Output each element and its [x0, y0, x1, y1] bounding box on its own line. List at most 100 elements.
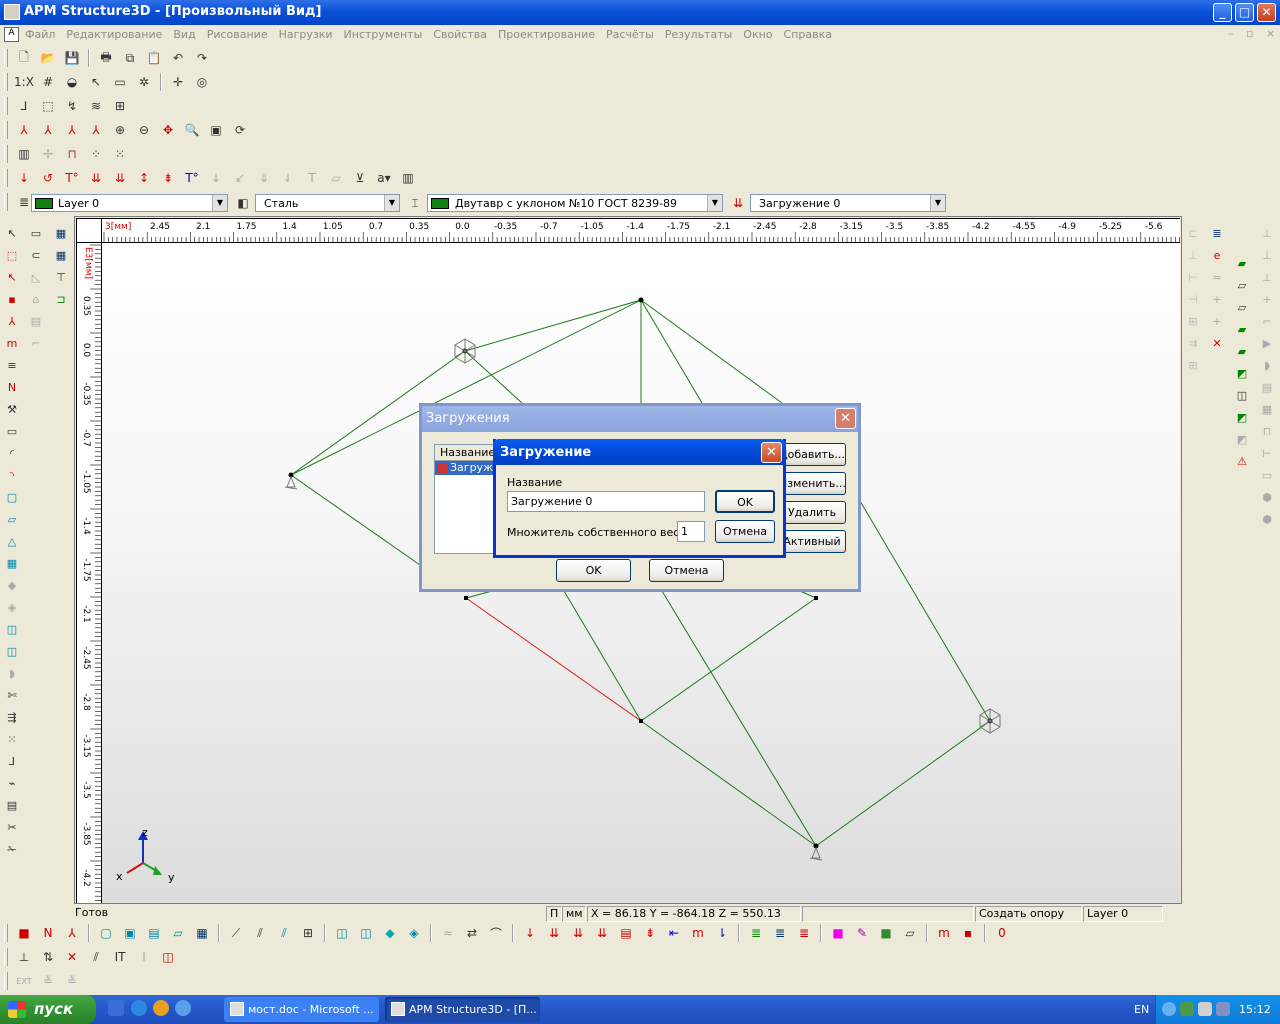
block-mode-icon[interactable]: ▪ [957, 922, 979, 944]
cut-icon[interactable]: ✄ [1, 684, 23, 706]
ext-icon[interactable]: EXT [13, 970, 35, 992]
tray-icon-1[interactable] [1162, 1002, 1176, 1016]
solid-gray2-icon[interactable]: ◈ [1, 596, 23, 618]
support-gray8-icon[interactable]: ▤ [1256, 376, 1278, 398]
cube-green2-icon[interactable]: ◩ [1231, 406, 1253, 428]
load-mode6-icon[interactable]: ⇤ [663, 922, 685, 944]
arch-icon[interactable]: ⌒ [485, 922, 507, 944]
solid-mode2-icon[interactable]: ◫ [355, 922, 377, 944]
solid-mode3-icon[interactable]: ◆ [379, 922, 401, 944]
quicklaunch-ie-icon[interactable] [131, 1000, 147, 1016]
support-icon[interactable]: ⊻ [349, 167, 371, 189]
edit-load-button[interactable]: Изменить... [778, 472, 846, 495]
load-mode1-icon[interactable]: ⇊ [543, 922, 565, 944]
support-gray14-icon[interactable]: ⬢ [1256, 508, 1278, 530]
bar-chart-icon[interactable]: ▥ [397, 167, 419, 189]
node-n-icon[interactable]: N [37, 922, 59, 944]
layer-select[interactable]: Layer 0 ▼ [31, 194, 228, 212]
connect-icon[interactable]: ⁙ [1, 728, 23, 750]
node[interactable] [814, 596, 818, 600]
member[interactable] [815, 720, 991, 847]
document-icon[interactable]: A [4, 27, 19, 42]
table-icon[interactable]: ▤ [1, 794, 23, 816]
box-icon[interactable]: ⬚ [37, 95, 59, 117]
load-gray4-icon[interactable]: ⇃ [277, 167, 299, 189]
member[interactable] [290, 474, 421, 566]
load-gray2-icon[interactable]: ↙ [229, 167, 251, 189]
pipe-icon[interactable]: ⊂ [25, 244, 47, 266]
selected-member[interactable] [465, 597, 642, 722]
load-name-field[interactable]: Загружение 0 [507, 491, 705, 512]
tray-icon-4[interactable] [1216, 1002, 1230, 1016]
angle-gray2-icon[interactable]: ≚ [61, 970, 83, 992]
menu-design[interactable]: Проектирование [498, 28, 595, 41]
support-gray7-icon[interactable]: ◗ [1256, 354, 1278, 376]
load-gray6-icon[interactable]: ▱ [325, 167, 347, 189]
start-button[interactable]: пуск [0, 995, 96, 1024]
task-word[interactable]: мост.doc - Microsoft ... [224, 997, 379, 1022]
box-green3-icon[interactable]: ▰ [1231, 340, 1253, 362]
target-icon[interactable]: ◎ [191, 71, 213, 93]
beam-props-icon[interactable]: ≡ [1, 354, 23, 376]
cube-green-icon[interactable]: ◩ [1231, 362, 1253, 384]
open-icon[interactable]: 📂 [37, 47, 59, 69]
align-icon[interactable]: ⇶ [1, 706, 23, 728]
node-mode-icon[interactable]: ■ [13, 922, 35, 944]
column-icon[interactable]: ▥ [13, 143, 35, 165]
rp-gray5-icon[interactable]: ⊞ [1182, 310, 1204, 332]
layer-delete-icon[interactable]: ✕ [1206, 332, 1228, 354]
scissors2-icon[interactable]: ✁ [1, 838, 23, 860]
node[interactable] [639, 719, 643, 723]
select-arrow-icon[interactable]: ↖ [1, 222, 23, 244]
loading-props-icon[interactable]: ⇊ [727, 192, 749, 214]
crosshair-icon[interactable]: ✛ [167, 71, 189, 93]
moment-icon[interactable]: ↺ [37, 167, 59, 189]
shell-icon[interactable]: ▱ [1, 508, 23, 530]
mass-mode2-icon[interactable]: m [933, 922, 955, 944]
layers-mode1-icon[interactable]: ≣ [745, 922, 767, 944]
box-outline2-icon[interactable]: ▱ [1231, 296, 1253, 318]
new-icon[interactable]: 🗋 [13, 47, 35, 69]
stair-gray-icon[interactable]: ⌐ [25, 332, 47, 354]
menu-draw[interactable]: Рисование [207, 28, 268, 41]
support-gray13-icon[interactable]: ⬢ [1256, 486, 1278, 508]
node[interactable] [638, 297, 644, 303]
minimize-button[interactable]: _ [1213, 3, 1232, 22]
member[interactable] [859, 500, 991, 722]
material-select[interactable]: Сталь ▼ [255, 194, 400, 212]
tool-icon[interactable]: ⚒ [1, 398, 23, 420]
chevron-down-icon[interactable]: ▼ [707, 195, 722, 211]
support-gray10-icon[interactable]: ⊓ [1256, 420, 1278, 442]
support-gray3-icon[interactable]: ⊥ [1256, 266, 1278, 288]
cursor-snap-icon[interactable]: ↖ [85, 71, 107, 93]
support-gray6-icon[interactable]: ▶ [1256, 332, 1278, 354]
maximize-button[interactable]: □ [1235, 3, 1254, 22]
copy-icon[interactable]: ⧉ [119, 47, 141, 69]
solid2-icon[interactable]: ◫ [1, 640, 23, 662]
menu-view[interactable]: Вид [173, 28, 195, 41]
node[interactable] [464, 596, 468, 600]
support-gray2-icon[interactable]: ⊥ [1256, 244, 1278, 266]
distributed-load-icon[interactable]: ⇊ [85, 167, 107, 189]
axes-icon[interactable]: ⅃ [13, 95, 35, 117]
chevron-down-icon[interactable]: ▼ [930, 195, 945, 211]
load-mode4-icon[interactable]: ▤ [615, 922, 637, 944]
mdi-close-icon[interactable]: × [1266, 27, 1275, 40]
plate-mode2-icon[interactable]: ▣ [119, 922, 141, 944]
grid3d2-icon[interactable]: ▦ [50, 244, 72, 266]
load-ok-button[interactable]: OK [715, 490, 775, 513]
section-select[interactable]: Двутавр с уклоном №10 ГОСТ 8239-89 ▼ [427, 194, 723, 212]
support-gray12-icon[interactable]: ▭ [1256, 464, 1278, 486]
rp-gray7-icon[interactable]: ⊞ [1182, 354, 1204, 376]
scale-icon[interactable]: 1:X [13, 71, 35, 93]
settings-icon[interactable]: ✲ [133, 71, 155, 93]
plate-mode-icon[interactable]: ▢ [95, 922, 117, 944]
loads-ok-button[interactable]: OK [556, 559, 631, 582]
mdi-restore-icon[interactable]: ▫ [1246, 27, 1253, 40]
layer-plus2-icon[interactable]: + [1206, 310, 1228, 332]
load-gray3-icon[interactable]: ⇓ [253, 167, 275, 189]
loads-dialog-close-button[interactable]: ✕ [835, 408, 856, 429]
view-iso-icon[interactable]: ⅄ [85, 119, 107, 141]
arc-icon[interactable]: ◜ [1, 442, 23, 464]
load-mode7-icon[interactable]: ⇂ [711, 922, 733, 944]
